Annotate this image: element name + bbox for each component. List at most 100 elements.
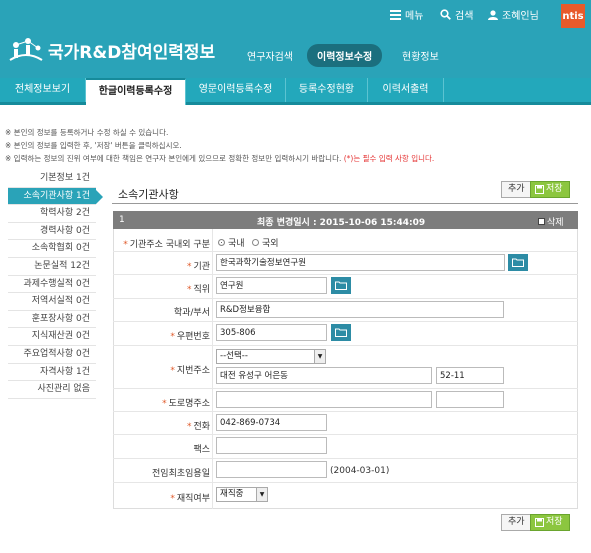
radio-domestic[interactable]: 국내 <box>218 236 245 249</box>
brand-logo[interactable]: 국가R&D참여인력정보 <box>8 36 215 64</box>
section-title: 소속기관사항 <box>118 188 179 201</box>
row-divider <box>113 434 578 435</box>
sidebar-item-basic[interactable]: 기본정보 1건 <box>8 170 96 188</box>
sidebar-item-photo[interactable]: 사진관리 없음 <box>8 381 96 399</box>
tab-korean-edit[interactable]: 한글이력등록수정 <box>86 78 186 105</box>
row-divider <box>113 388 578 389</box>
radio-overseas[interactable]: 국외 <box>252 236 279 249</box>
tab-bar: 전체정보보기 한글이력등록수정 영문이력등록수정 등록수정현황 이력서출력 <box>0 78 591 105</box>
fax-label: 팩스 <box>193 445 210 455</box>
phone-input[interactable]: 042-869-0734 <box>216 414 327 431</box>
road1-input[interactable] <box>216 391 432 408</box>
zip-search-button[interactable] <box>331 324 351 341</box>
row-divider <box>113 345 578 346</box>
radio-icon <box>252 239 259 246</box>
dept-input[interactable]: R&D정보융합 <box>216 301 504 318</box>
row-divider <box>113 321 578 322</box>
row-divider <box>113 411 578 412</box>
tab-edit-status[interactable]: 등록수정현황 <box>286 78 368 102</box>
sidebar-item-certs[interactable]: 자격사항 1건 <box>8 364 96 382</box>
nav-profile-edit[interactable]: 이력정보수정 <box>307 44 383 67</box>
addr-select[interactable]: --선택-- ▼ <box>216 349 326 364</box>
user-label: 조혜인님 <box>502 11 539 22</box>
row-divider <box>113 274 578 275</box>
search-label: 검색 <box>455 11 474 22</box>
label-divider <box>212 229 213 509</box>
radio-selected-icon <box>218 239 225 246</box>
ntis-logo[interactable]: ntis <box>561 4 585 28</box>
org-label: * 기관 <box>186 262 210 272</box>
folder-icon <box>512 258 524 267</box>
road-label: * 도로명주소 <box>162 399 210 409</box>
top-utility-bar: 메뉴 검색 조혜인님 ntis <box>0 0 591 28</box>
sidebar-item-education[interactable]: 학력사항 2건 <box>8 205 96 223</box>
fax-input[interactable] <box>216 437 327 454</box>
status-select[interactable]: 재직중 ▼ <box>216 487 268 502</box>
row-divider <box>113 251 578 252</box>
save-button-bottom[interactable]: 저장 <box>530 514 570 531</box>
row-divider <box>113 482 578 483</box>
region-label: * 기관주소 국내외 구분 <box>123 240 210 250</box>
folder-icon <box>335 281 347 290</box>
nav-researcher-search[interactable]: 연구자검색 <box>237 44 303 67</box>
checkbox-icon <box>538 218 545 225</box>
phone-label: * 전화 <box>186 422 210 432</box>
record-header: 1 최종 변경일시 : 2015-10-06 15:44:09 삭제 <box>113 211 578 229</box>
sidebar-item-ip[interactable]: 지식재산권 0건 <box>8 328 96 346</box>
note-2: ※ 본인의 정보를 입력한 후, '저장' 버튼을 클릭하십시오. <box>5 141 182 150</box>
add-button-top[interactable]: 추가 <box>501 181 532 198</box>
save-icon <box>535 518 544 527</box>
zip-label: * 우편번호 <box>170 332 210 342</box>
addr-label: * 지번주소 <box>170 366 210 376</box>
sidebar-item-career[interactable]: 경력사항 0건 <box>8 223 96 241</box>
last-modified: 최종 변경일시 : 2015-10-06 15:44:09 <box>257 218 426 228</box>
status-label: * 재직여부 <box>170 494 210 504</box>
delete-checkbox[interactable]: 삭제 <box>538 215 564 228</box>
position-label: * 직위 <box>186 285 210 295</box>
sidebar-item-papers[interactable]: 논문실적 12건 <box>8 258 96 276</box>
firstdate-input[interactable] <box>216 461 327 478</box>
org-input[interactable]: 한국과학기술정보연구원 <box>216 254 505 271</box>
required-note: (*)는 필수 입력 사항 입니다. <box>343 154 435 163</box>
dept-label: 학과/부서 <box>173 308 210 318</box>
sidebar-item-society[interactable]: 소속학협회 0건 <box>8 240 96 258</box>
nav-status-info[interactable]: 현황정보 <box>392 44 449 67</box>
chevron-down-icon: ▼ <box>256 488 267 501</box>
tab-resume-print[interactable]: 이력서출력 <box>368 78 444 102</box>
addr1-input[interactable]: 대전 유성구 어은동 <box>216 367 432 384</box>
add-button-bottom[interactable]: 추가 <box>501 514 532 531</box>
menu-link[interactable]: 메뉴 <box>390 7 423 22</box>
chevron-down-icon: ▼ <box>314 350 325 363</box>
position-search-button[interactable] <box>331 277 351 294</box>
addr2-input[interactable]: 52-11 <box>436 367 504 384</box>
zip-input[interactable]: 305-806 <box>216 324 327 341</box>
sidebar-item-affiliation[interactable]: 소속기관사항 1건 <box>8 187 103 206</box>
position-input[interactable]: 연구원 <box>216 277 327 294</box>
row-divider <box>113 458 578 459</box>
section-divider <box>112 203 578 204</box>
firstdate-hint: (2004-03-01) <box>330 466 390 476</box>
folder-icon <box>335 328 347 337</box>
note-1: ※ 본인의 정보를 등록하거나 수정 하실 수 있습니다. <box>5 128 169 137</box>
sidebar-item-books[interactable]: 저역서실적 0건 <box>8 293 96 311</box>
search-link[interactable]: 검색 <box>440 7 473 22</box>
org-search-button[interactable] <box>508 254 528 271</box>
row-divider <box>113 298 578 299</box>
user-link[interactable]: 조혜인님 <box>488 7 539 22</box>
tab-english-edit[interactable]: 영문이력등록수정 <box>186 78 286 102</box>
save-button-top[interactable]: 저장 <box>530 181 570 198</box>
menu-label: 메뉴 <box>405 11 424 22</box>
tab-full-view[interactable]: 전체정보보기 <box>0 78 86 102</box>
save-icon <box>535 185 544 194</box>
road2-input[interactable] <box>436 391 504 408</box>
record-number: 1 <box>119 215 125 225</box>
hamburger-icon <box>390 9 401 20</box>
sidebar-item-achievements[interactable]: 주요업적사항 0건 <box>8 346 96 364</box>
user-icon <box>488 9 498 20</box>
network-people-icon <box>9 38 43 61</box>
site-header: 국가R&D참여인력정보 연구자검색 이력정보수정 현황정보 <box>0 28 591 78</box>
sidebar: 기본정보 1건 소속기관사항 1건 학력사항 2건 경력사항 0건 소속학협회 … <box>8 170 103 399</box>
sidebar-item-projects[interactable]: 과제수행실적 0건 <box>8 276 96 294</box>
sidebar-item-awards[interactable]: 훈포장사항 0건 <box>8 311 96 329</box>
note-3: ※ 입력하는 정보의 진위 여부에 대한 책임은 연구자 본인에게 있으므로 정… <box>5 154 435 163</box>
